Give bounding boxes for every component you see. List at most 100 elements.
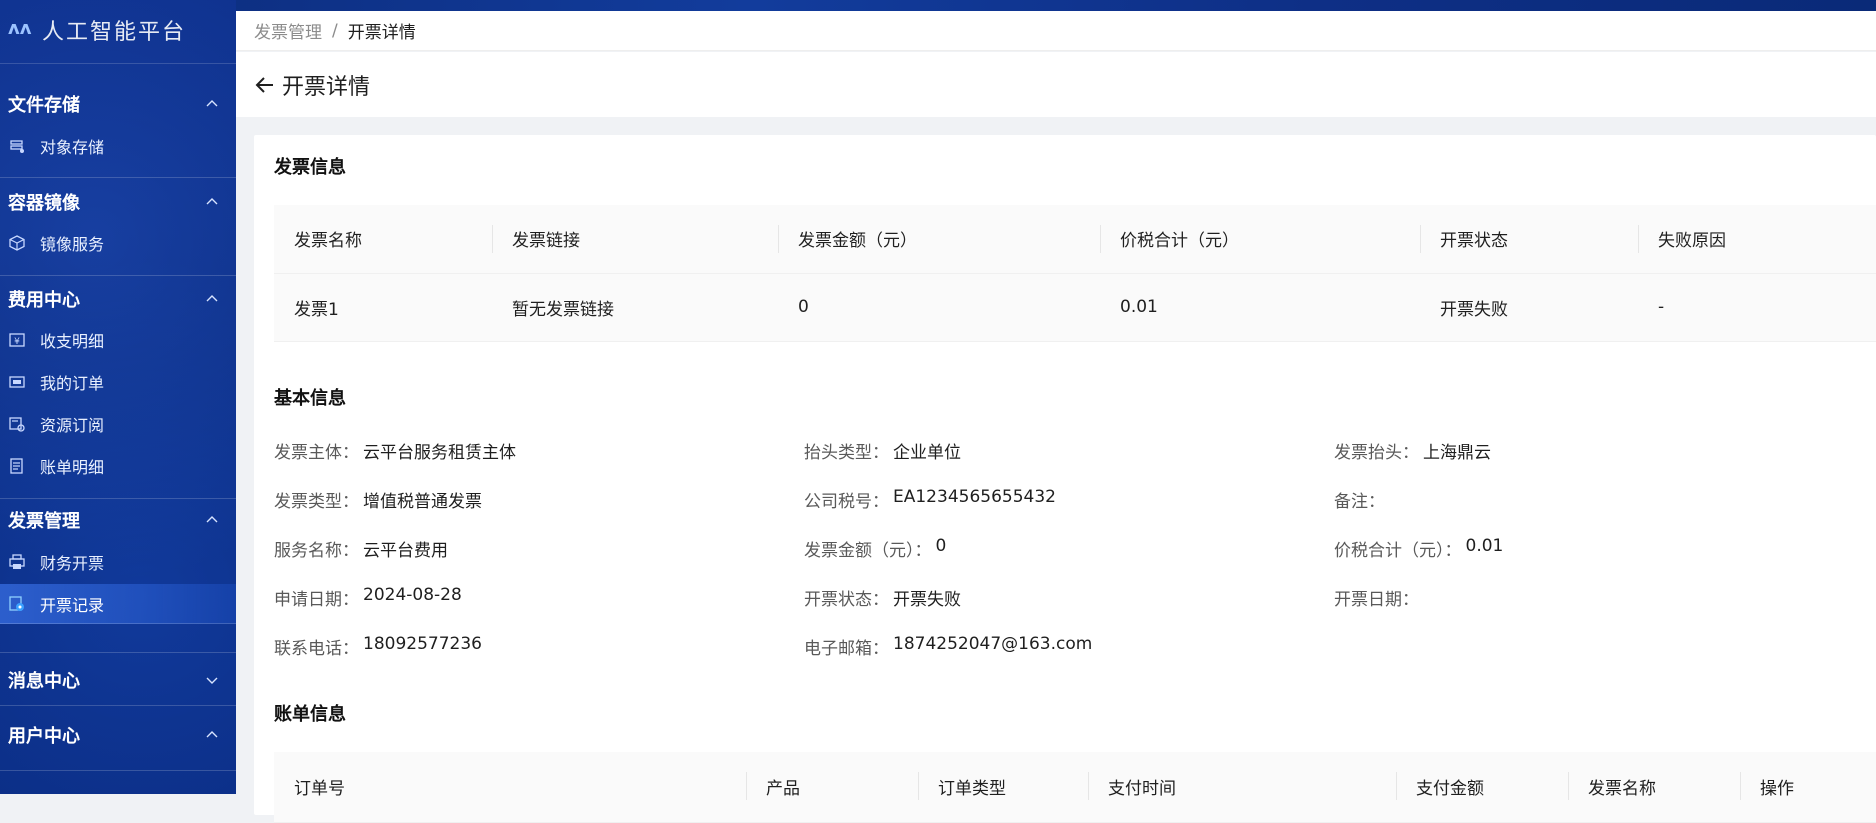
- table-cell: 0: [778, 273, 1100, 342]
- info-field: 开票日期：: [1334, 590, 1419, 610]
- column-header: 操作: [1740, 752, 1876, 823]
- breadcrumb-current: 开票详情: [347, 23, 416, 43]
- main-content: 发票管理 / 开票详情 开票详情 发票信息 发票名称 发票链接 发票金额（元） …: [236, 11, 1876, 823]
- column-header: 产品: [746, 752, 918, 823]
- column-header: 价税合计（元）: [1100, 205, 1420, 274]
- column-header: 支付时间: [1088, 752, 1396, 823]
- column-header: 失败原因: [1638, 205, 1876, 274]
- logo-text: 人工智能平台: [42, 20, 187, 45]
- chevron-up-icon: [206, 293, 218, 305]
- info-row: 联系电话： 18092577236 电子邮箱： 1874252047@163.com: [274, 634, 1874, 659]
- sidebar-item-label: 开票记录: [40, 595, 105, 615]
- info-field: 联系电话： 18092577236: [274, 634, 482, 659]
- bill-table: 订单号 产品 订单类型 支付时间 支付金额 发票名称 操作: [274, 752, 1876, 823]
- sidebar-section-message-center[interactable]: 消息中心: [0, 660, 236, 700]
- sidebar-item-my-orders[interactable]: 我的订单: [0, 362, 236, 402]
- info-field: 发票类型： 增值税普通发票: [274, 492, 482, 512]
- column-header: 发票名称: [1568, 752, 1740, 823]
- divider: [0, 498, 236, 499]
- column-header: 开票状态: [1420, 205, 1638, 274]
- table-cell: 暂无发票链接: [492, 273, 778, 342]
- sidebar-item-image-service[interactable]: 镜像服务: [0, 223, 236, 263]
- sidebar-section-label: 发票管理: [8, 511, 80, 532]
- info-row: 申请日期： 2024-08-28 开票状态： 开票失败 开票日期：: [274, 585, 1874, 610]
- sidebar-section-label: 容器镜像: [8, 193, 80, 214]
- info-row: 发票主体： 云平台服务租赁主体 抬头类型： 企业单位 发票抬头： 上海鼎云: [274, 438, 1874, 463]
- sidebar-section-invoice-management[interactable]: 发票管理: [0, 500, 236, 540]
- sidebar-item-resource-subscription[interactable]: 资源订阅: [0, 404, 236, 444]
- column-header: 发票金额（元）: [778, 205, 1100, 274]
- sidebar-section-billing-center[interactable]: 费用中心: [0, 279, 236, 319]
- page-title: 开票详情: [282, 74, 371, 100]
- chevron-up-icon: [206, 514, 218, 526]
- info-field: 价税合计（元）： 0.01: [1334, 536, 1504, 561]
- invoice-table: 发票名称 发票链接 发票金额（元） 价税合计（元） 开票状态 失败原因 发票1 …: [274, 205, 1876, 342]
- sidebar-item-object-storage[interactable]: 对象存储: [0, 126, 236, 166]
- yen-icon: ¥: [8, 331, 26, 349]
- table-header-row: 订单号 产品 订单类型 支付时间 支付金额 发票名称 操作: [274, 752, 1876, 823]
- sidebar-item-label: 镜像服务: [40, 235, 105, 254]
- sidebar-item-label: 账单明细: [40, 458, 105, 477]
- sidebar-item-financial-invoicing[interactable]: 财务开票: [0, 542, 236, 582]
- breadcrumb-separator: /: [332, 20, 338, 41]
- sidebar-item-label: 财务开票: [40, 554, 105, 573]
- info-field: 备注：: [1334, 492, 1385, 512]
- chevron-up-icon: [206, 729, 218, 741]
- sidebar-item-bill-details[interactable]: 账单明细: [0, 446, 236, 486]
- sidebar-item-label: 收支明细: [40, 332, 105, 351]
- record-icon: [8, 595, 26, 613]
- info-field: 服务名称： 云平台费用: [274, 541, 448, 561]
- sidebar-section-label: 消息中心: [8, 671, 80, 692]
- breadcrumb-parent-link[interactable]: 发票管理: [254, 18, 322, 43]
- logo-icon: ᴧᴧ: [8, 18, 32, 39]
- info-field: 公司税号： EA1234565655432: [804, 487, 1056, 512]
- column-header: 订单号: [274, 752, 746, 823]
- info-field: 开票状态： 开票失败: [804, 590, 961, 610]
- sidebar-section-user-center[interactable]: 用户中心: [0, 715, 236, 755]
- divider: [0, 275, 236, 276]
- column-header: 发票链接: [492, 205, 778, 274]
- info-field: 发票金额（元）： 0: [804, 536, 947, 561]
- storage-icon: [8, 137, 26, 155]
- table-cell: -: [1638, 273, 1876, 342]
- back-arrow-icon[interactable]: [254, 74, 276, 96]
- column-header: 发票名称: [274, 205, 492, 274]
- chevron-down-icon: [206, 674, 218, 686]
- sidebar-section-label: 文件存储: [8, 95, 80, 116]
- sidebar-section-label: 费用中心: [8, 290, 80, 311]
- info-row: 服务名称： 云平台费用 发票金额（元）： 0 价税合计（元）： 0.01: [274, 536, 1874, 561]
- cube-icon: [8, 234, 26, 252]
- sidebar: ᴧᴧ 人工智能平台 文件存储 对象存储 容器镜像 镜像服务 费用中心 ¥ 收支明…: [0, 0, 236, 794]
- detail-card: 发票信息 发票名称 发票链接 发票金额（元） 价税合计（元） 开票状态 失败原因…: [254, 135, 1876, 823]
- info-field: 申请日期： 2024-08-28: [274, 585, 462, 610]
- column-header: 支付金额: [1396, 752, 1568, 823]
- section-title-bill-info: 账单信息: [274, 704, 346, 725]
- sidebar-item-label: 对象存储: [40, 138, 105, 157]
- sidebar-section-file-storage[interactable]: 文件存储: [0, 84, 236, 124]
- table-cell: 开票失败: [1420, 273, 1638, 342]
- sidebar-section-label: 用户中心: [8, 726, 80, 747]
- sidebar-item-label: 我的订单: [40, 374, 105, 393]
- divider: [0, 177, 236, 178]
- info-field: 电子邮箱： 1874252047@163.com: [804, 634, 1093, 659]
- info-row: 发票类型： 增值税普通发票 公司税号： EA1234565655432 备注：: [274, 487, 1874, 512]
- sidebar-item-invoice-records[interactable]: 开票记录: [0, 584, 236, 624]
- page-header: 开票详情: [236, 52, 1876, 117]
- sidebar-item-income-expense[interactable]: ¥ 收支明细: [0, 320, 236, 360]
- sidebar-item-label: 资源订阅: [40, 416, 105, 435]
- column-header: 订单类型: [918, 752, 1088, 823]
- info-field: 发票主体： 云平台服务租赁主体: [274, 443, 516, 463]
- divider: [0, 652, 236, 653]
- logo-row: ᴧᴧ 人工智能平台: [0, 0, 236, 64]
- table-row: 发票1 暂无发票链接 0 0.01 开票失败 -: [274, 273, 1876, 342]
- printer-icon: [8, 553, 26, 571]
- chevron-up-icon: [206, 98, 218, 110]
- table-cell: 发票1: [274, 273, 492, 342]
- sidebar-section-container-image[interactable]: 容器镜像: [0, 182, 236, 222]
- bill-icon: [8, 457, 26, 475]
- table-cell: 0.01: [1100, 273, 1420, 342]
- breadcrumb: 发票管理 / 开票详情: [236, 11, 1876, 51]
- table-header-row: 发票名称 发票链接 发票金额（元） 价税合计（元） 开票状态 失败原因: [274, 205, 1876, 274]
- divider: [0, 770, 236, 771]
- info-field: 发票抬头： 上海鼎云: [1334, 443, 1491, 463]
